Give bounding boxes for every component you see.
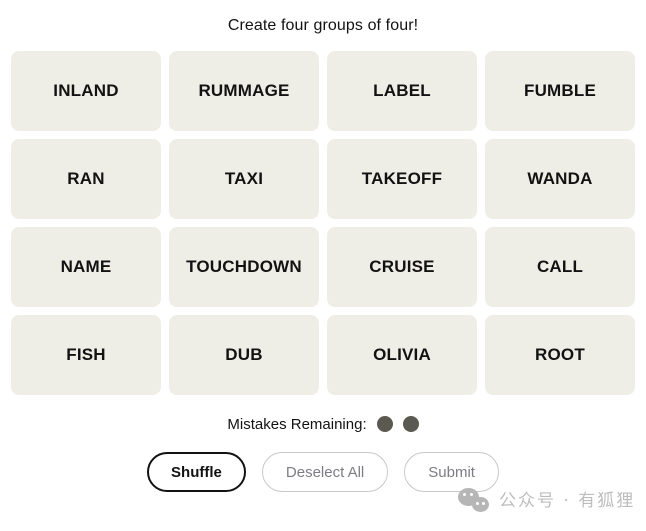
word-tile[interactable]: OLIVIA: [327, 315, 477, 395]
word-tile[interactable]: NAME: [11, 227, 161, 307]
word-tile[interactable]: ROOT: [485, 315, 635, 395]
word-tile[interactable]: RUMMAGE: [169, 51, 319, 131]
word-tile[interactable]: RAN: [11, 139, 161, 219]
word-tile-label: OLIVIA: [373, 345, 431, 365]
word-tile-label: CALL: [536, 257, 584, 277]
word-tile-label: FISH: [66, 345, 106, 365]
controls-bar: Shuffle Deselect All Submit: [0, 452, 646, 492]
word-tile[interactable]: TOUCHDOWN: [169, 227, 319, 307]
word-tile[interactable]: CRUISE: [327, 227, 477, 307]
word-tile-label: TAXI: [224, 169, 264, 189]
mistakes-label: Mistakes Remaining:: [227, 415, 367, 433]
watermark-text: 公众号 · 有狐狸: [499, 490, 636, 511]
word-grid: INLAND RUMMAGE LABEL FUMBLE RAN TAXI TAKEOFF WA…: [0, 51, 646, 395]
submit-button[interactable]: Submit: [404, 452, 499, 492]
word-tile[interactable]: CALL: [485, 227, 635, 307]
word-tile-label: DUB: [225, 345, 263, 365]
word-tile[interactable]: FISH: [11, 315, 161, 395]
page-title: Create four groups of four!: [227, 17, 419, 34]
word-tile-label: WANDA: [527, 169, 593, 189]
word-tile[interactable]: TAXI: [169, 139, 319, 219]
word-tile-label: TAKEOFF: [361, 169, 443, 189]
mistake-dot: [402, 416, 419, 432]
word-tile-label: ROOT: [535, 345, 585, 365]
word-tile-label: CRUISE: [369, 257, 435, 277]
shuffle-button[interactable]: Shuffle: [147, 452, 246, 492]
word-tile[interactable]: INLAND: [11, 51, 161, 131]
word-tile-label: FUMBLE: [523, 81, 597, 101]
word-tile-label: RUMMAGE: [198, 81, 290, 101]
word-tile[interactable]: LABEL: [327, 51, 477, 131]
word-tile[interactable]: DUB: [169, 315, 319, 395]
word-tile-label: LABEL: [373, 81, 431, 101]
word-tile[interactable]: FUMBLE: [485, 51, 635, 131]
word-tile[interactable]: TAKEOFF: [327, 139, 477, 219]
word-tile[interactable]: WANDA: [485, 139, 635, 219]
word-tile-label: INLAND: [53, 81, 119, 101]
word-tile-label: RAN: [67, 169, 105, 189]
deselect-all-button[interactable]: Deselect All: [261, 452, 389, 492]
word-tile-label: TOUCHDOWN: [186, 257, 302, 277]
word-tile-label: NAME: [60, 257, 112, 277]
mistake-dot: [376, 416, 393, 432]
mistake-dots: [376, 416, 419, 432]
mistakes-remaining: Mistakes Remaining:: [0, 414, 646, 434]
